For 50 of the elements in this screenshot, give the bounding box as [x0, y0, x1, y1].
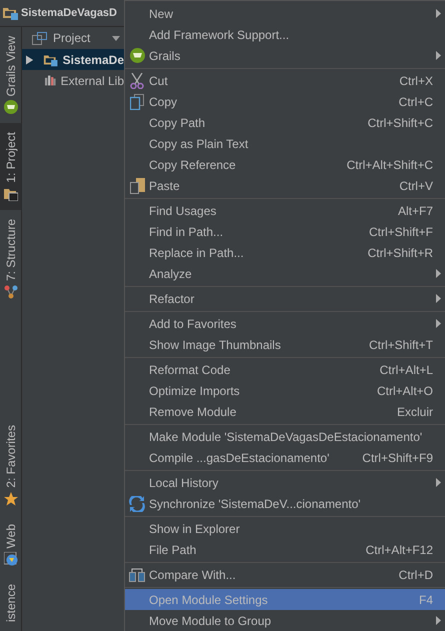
- folder-icon: [43, 52, 58, 66]
- star-icon: [4, 492, 18, 506]
- menu-item[interactable]: Copy as Plain Text: [125, 133, 445, 154]
- project-view-icon: [32, 32, 47, 44]
- tree-item[interactable]: SistemaDe: [22, 49, 124, 70]
- menu-item[interactable]: Optimize Imports Ctrl+Alt+O: [125, 380, 445, 401]
- menu-item[interactable]: Synchronize 'SistemaDeV...cionamento': [125, 493, 445, 514]
- menu-item[interactable]: Show Image Thumbnails Ctrl+Shift+T: [125, 334, 445, 355]
- tool-window-tab[interactable]: 7: Structure: [0, 210, 21, 308]
- tool-window-tab[interactable]: istence: [0, 574, 21, 631]
- menu-item[interactable]: New: [125, 3, 445, 24]
- menu-item[interactable]: Analyze: [125, 263, 445, 284]
- menu-item[interactable]: Compile ...gasDeEstacionamento' Ctrl+Shift+F9: [125, 447, 445, 468]
- menu-item[interactable]: Find in Path... Ctrl+Shift+F: [125, 221, 445, 242]
- tool-window-tab[interactable]: 1: Project: [0, 123, 21, 210]
- menu-item[interactable]: Copy Path Ctrl+Shift+C: [125, 112, 445, 133]
- menu-item[interactable]: Replace in Path... Ctrl+Shift+R: [125, 242, 445, 263]
- menu-item[interactable]: Reformat Code Ctrl+Alt+L: [125, 359, 445, 380]
- menu-item[interactable]: Paste Ctrl+V: [125, 175, 445, 196]
- tool-window-tab[interactable]: Web: [0, 514, 21, 575]
- menu-item[interactable]: Cut Ctrl+X: [125, 70, 445, 91]
- menu-item[interactable]: Add Framework Support...: [125, 24, 445, 45]
- sync-icon: [129, 496, 145, 512]
- menu-item[interactable]: Add to Favorites: [125, 313, 445, 334]
- tree-item[interactable]: External Lib: [22, 70, 124, 91]
- library-icon: [45, 74, 56, 87]
- menu-item[interactable]: Local History: [125, 472, 445, 493]
- tool-window-tab[interactable]: 2: Favorites: [0, 416, 21, 514]
- menu-item[interactable]: File Path Ctrl+Alt+F12: [125, 539, 445, 560]
- menu-item[interactable]: Show in Explorer: [125, 518, 445, 539]
- expand-arrow-icon[interactable]: [26, 54, 34, 64]
- compare-icon: [129, 567, 145, 582]
- project-title: SistemaDeVagasD: [21, 7, 117, 19]
- menu-item[interactable]: Move Module to Group: [125, 610, 445, 631]
- menu-item[interactable]: Make Module 'SistemaDeVagasDeEstacionamento': [125, 426, 445, 447]
- dropdown-caret-icon[interactable]: [112, 36, 120, 40]
- panel-title: Project: [53, 31, 90, 45]
- tool-window-tab[interactable]: Grails View: [0, 27, 21, 124]
- menu-item[interactable]: Copy Ctrl+C: [125, 91, 445, 112]
- menu-item[interactable]: Copy Reference Ctrl+Alt+Shift+C: [125, 154, 445, 175]
- folder-icon: [4, 187, 18, 202]
- copy-icon: [130, 94, 144, 110]
- menu-item[interactable]: Remove Module Excluir: [125, 401, 445, 422]
- scissors-icon: [130, 72, 144, 88]
- paste-icon: [130, 178, 144, 194]
- menu-item[interactable]: Compare With... Ctrl+D: [125, 564, 445, 585]
- structure-icon: [4, 285, 18, 300]
- menu-item[interactable]: Refactor: [125, 288, 445, 309]
- menu-item[interactable]: Grails: [125, 45, 445, 66]
- menu-item[interactable]: Find Usages Alt+F7: [125, 200, 445, 221]
